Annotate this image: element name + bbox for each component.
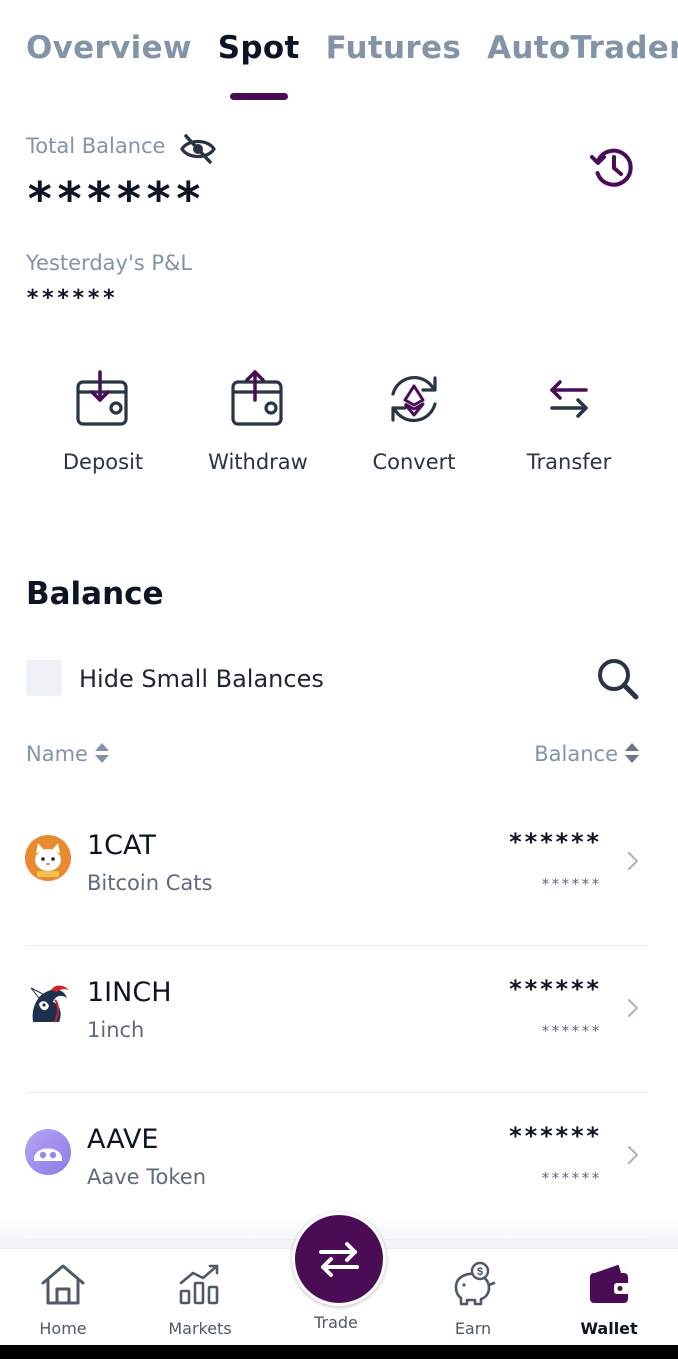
asset-amount: ****** bbox=[508, 1122, 601, 1150]
convert-button[interactable]: Convert bbox=[349, 368, 479, 474]
wallet-screen: OverviewSpotFuturesAutoTraderF Total Bal… bbox=[0, 0, 678, 1345]
total-balance-label: Total Balance bbox=[26, 134, 166, 158]
markets-chart-icon bbox=[179, 1264, 219, 1305]
chevron-right-icon bbox=[628, 1146, 638, 1164]
tab-futures[interactable]: Futures bbox=[326, 30, 461, 66]
tab-spot[interactable]: Spot bbox=[217, 30, 300, 100]
active-tab-indicator bbox=[229, 93, 288, 100]
convert-label: Convert bbox=[372, 450, 456, 474]
chevron-right-icon bbox=[628, 852, 638, 870]
search-icon[interactable] bbox=[595, 656, 641, 702]
swap-arrows-icon bbox=[319, 1242, 359, 1277]
1inch-unicorn-icon bbox=[30, 985, 69, 1023]
transfer-label: Transfer bbox=[526, 450, 612, 474]
home-icon bbox=[41, 1264, 85, 1305]
nav-earn[interactable]: $ Earn bbox=[418, 1261, 528, 1338]
nav-wallet[interactable]: Wallet bbox=[554, 1261, 664, 1338]
withdraw-label: Withdraw bbox=[208, 450, 308, 474]
asset-value: ****** bbox=[540, 875, 601, 893]
tab-overview[interactable]: Overview bbox=[26, 30, 192, 66]
asset-name: Aave Token bbox=[87, 1165, 207, 1189]
nav-trade-label[interactable]: Trade bbox=[281, 1313, 391, 1332]
aave-coin-icon bbox=[25, 1129, 71, 1175]
nav-markets-label: Markets bbox=[168, 1319, 232, 1338]
asset-amount: ****** bbox=[508, 828, 601, 856]
tab-spot-label: Spot bbox=[217, 30, 300, 66]
chevron-right-icon bbox=[628, 999, 638, 1017]
history-icon[interactable] bbox=[589, 143, 637, 191]
sort-icon bbox=[625, 743, 639, 763]
asset-value: ****** bbox=[540, 1169, 601, 1187]
sort-by-balance[interactable]: Balance bbox=[534, 741, 640, 766]
bitcoin-cats-coin-icon bbox=[25, 835, 71, 881]
sort-by-name[interactable]: Name bbox=[26, 741, 110, 766]
asset-row-1cat[interactable]: 1CAT Bitcoin Cats ****** ****** bbox=[0, 800, 678, 946]
deposit-icon bbox=[76, 370, 128, 426]
transfer-button[interactable]: Transfer bbox=[504, 368, 634, 474]
asset-row-1inch[interactable]: 1INCH 1inch ****** ****** bbox=[0, 947, 678, 1093]
asset-symbol: 1INCH bbox=[87, 977, 172, 1008]
nav-markets[interactable]: Markets bbox=[145, 1261, 255, 1338]
eye-hidden-icon[interactable] bbox=[180, 133, 216, 165]
wallet-tabs: OverviewSpotFuturesAutoTraderF bbox=[26, 30, 678, 110]
wallet-icon bbox=[590, 1265, 630, 1303]
asset-symbol: 1CAT bbox=[87, 830, 156, 861]
total-balance-value: ****** bbox=[26, 172, 205, 226]
asset-value: ****** bbox=[540, 1022, 601, 1040]
trade-button[interactable] bbox=[292, 1212, 386, 1306]
convert-icon bbox=[391, 375, 437, 423]
nav-earn-label: Earn bbox=[454, 1319, 492, 1338]
sort-icon bbox=[94, 743, 109, 763]
asset-symbol: AAVE bbox=[87, 1124, 159, 1155]
nav-wallet-label: Wallet bbox=[580, 1319, 638, 1338]
row-divider bbox=[26, 945, 648, 946]
asset-amount: ****** bbox=[508, 975, 601, 1003]
pnl-value: ****** bbox=[26, 286, 118, 311]
withdraw-icon bbox=[231, 370, 283, 426]
deposit-label: Deposit bbox=[62, 450, 144, 474]
transfer-icon bbox=[550, 380, 588, 418]
hide-small-balances-label[interactable]: Hide Small Balances bbox=[79, 665, 324, 693]
nav-home[interactable]: Home bbox=[8, 1261, 118, 1338]
column-name-label: Name bbox=[26, 742, 88, 766]
svg-text:$: $ bbox=[477, 1266, 483, 1278]
tab-autotrader[interactable]: AutoTrader bbox=[487, 30, 678, 66]
row-divider bbox=[26, 1092, 648, 1093]
deposit-button[interactable]: Deposit bbox=[38, 368, 168, 474]
piggy-bank-icon: $ bbox=[454, 1261, 496, 1306]
pnl-label: Yesterday's P&L bbox=[26, 251, 193, 275]
nav-home-label: Home bbox=[39, 1319, 87, 1338]
balance-title: Balance bbox=[26, 576, 164, 612]
hide-small-balances-checkbox[interactable] bbox=[26, 660, 62, 696]
column-balance-label: Balance bbox=[534, 742, 618, 766]
asset-name: Bitcoin Cats bbox=[87, 871, 213, 895]
withdraw-button[interactable]: Withdraw bbox=[193, 368, 323, 474]
asset-name: 1inch bbox=[87, 1018, 145, 1042]
